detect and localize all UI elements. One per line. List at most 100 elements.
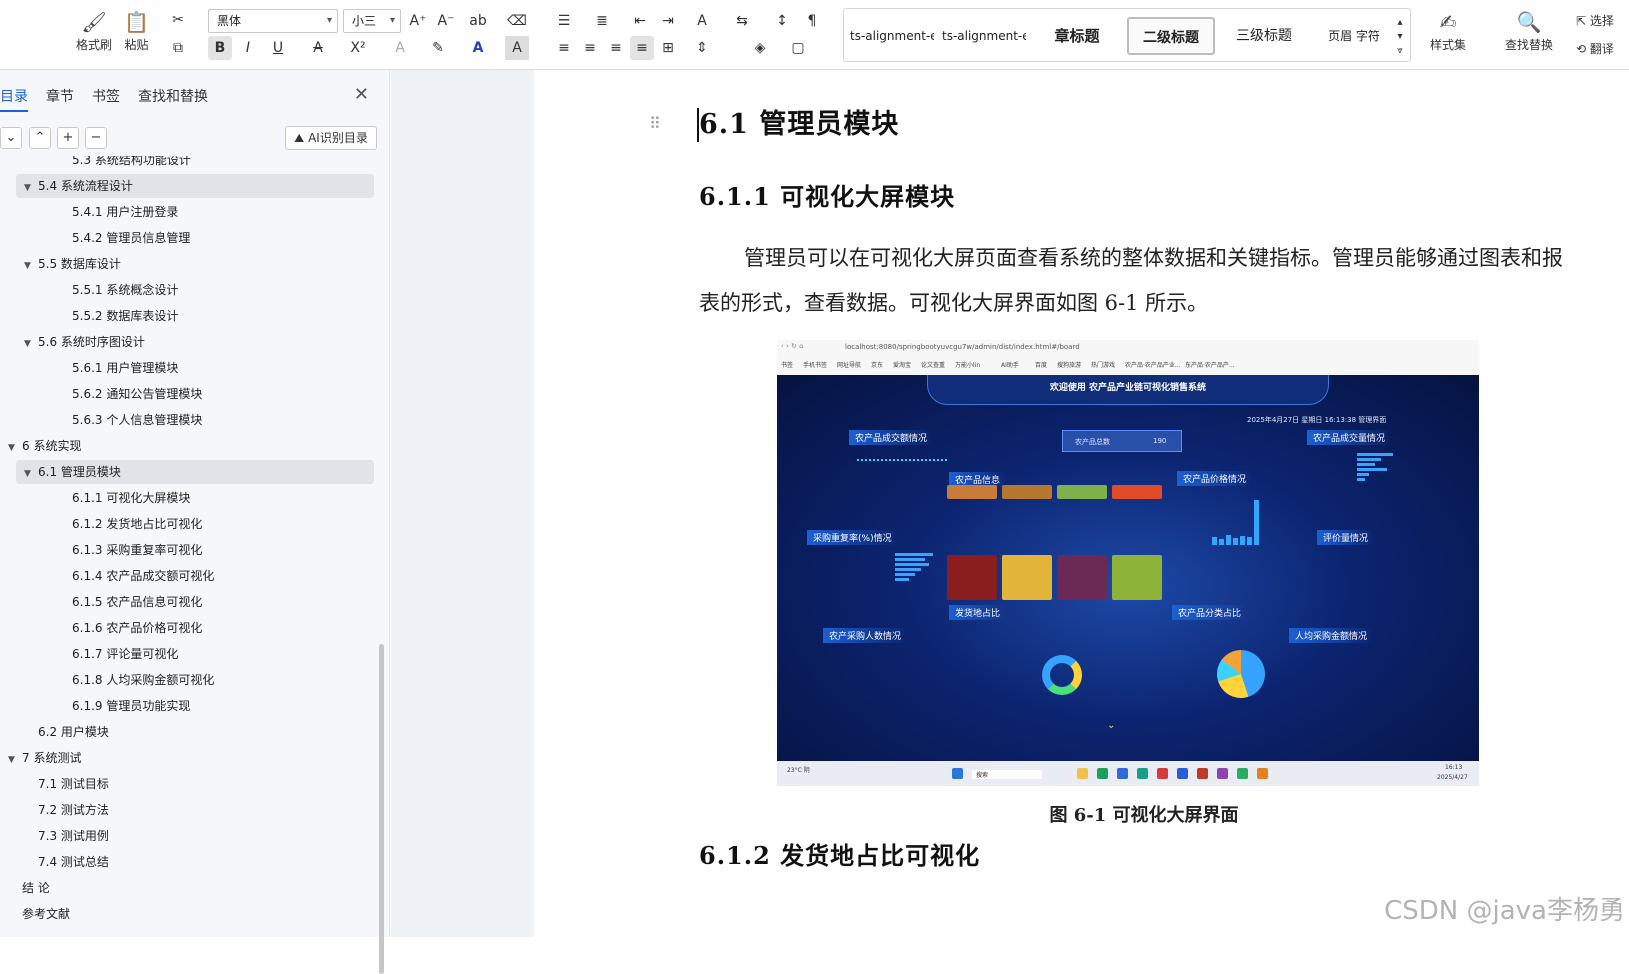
decrease-indent-icon[interactable]: ⇤ <box>628 9 652 33</box>
clear-format-icon[interactable]: ⌫ <box>505 9 529 33</box>
close-icon[interactable]: ✕ <box>354 84 369 105</box>
heading-3[interactable]: 6.1.2 发货地占比可视化 <box>699 836 980 871</box>
toc-item[interactable]: ▼ 5.5 数据库设计 <box>24 252 121 276</box>
style-item[interactable]: 页眉 字符 <box>1314 17 1394 55</box>
align-left-icon[interactable]: ≡ <box>552 36 576 60</box>
toc-item[interactable]: 参考文献 <box>22 902 70 926</box>
chevron-up-icon[interactable]: ⌃ <box>29 127 51 149</box>
select-button[interactable]: ⇱ 选择 <box>1576 12 1614 29</box>
toc-item[interactable]: ▼ 6 系统实现 <box>8 434 81 458</box>
format-painter-button[interactable]: 🖌 格式刷 <box>76 8 112 53</box>
style-item[interactable]: 二级标题 <box>1127 17 1215 55</box>
chevron-down-icon[interactable]: ⌄ <box>0 127 22 149</box>
scrollbar[interactable] <box>379 644 384 974</box>
collapse-arrow-icon[interactable]: ▼ <box>24 462 38 486</box>
paragraph-direction-icon[interactable]: ⇆ <box>730 9 754 33</box>
collapse-arrow-icon[interactable]: ▼ <box>24 332 38 356</box>
numbered-list-icon[interactable]: ≣ <box>590 9 614 33</box>
style-item[interactable]: ts-alignment-e <box>850 17 934 55</box>
toc-item[interactable]: 5.5.1 系统概念设计 <box>72 278 178 302</box>
highlight-icon[interactable]: ✎ <box>426 36 450 60</box>
ai-recognize-toc-button[interactable]: ⛰ AI识别目录 <box>285 126 377 150</box>
heading-2[interactable]: 6.1 管理员模块 <box>699 102 899 141</box>
toc-item[interactable]: 6.1.3 采购重复率可视化 <box>72 538 202 562</box>
toc-item[interactable]: 6.1.8 人均采购金额可视化 <box>72 668 214 692</box>
borders-icon[interactable]: ▢ <box>786 36 810 60</box>
phonetic-guide-icon[interactable]: ab <box>466 9 490 33</box>
toc-item[interactable]: 7.1 测试目标 <box>38 772 109 796</box>
paste-button[interactable]: 📋 粘贴 <box>124 8 149 53</box>
toc-item[interactable]: 6.1.7 评论量可视化 <box>72 642 178 666</box>
translate-button[interactable]: ⟲ 翻译 <box>1576 40 1614 57</box>
toc-item[interactable]: 6.2 用户模块 <box>38 720 109 744</box>
toc-item[interactable]: 5.6.3 个人信息管理模块 <box>72 408 202 432</box>
sort-icon[interactable]: ↕ <box>770 9 794 33</box>
dashboard-screenshot-image[interactable]: ‹ › ↻ ⌂ localhost:8080/springbootyuvcgu7… <box>777 340 1479 786</box>
figure-caption[interactable]: 图 6-1 可视化大屏界面 <box>864 801 1424 827</box>
toc-item[interactable]: 6.1.6 农产品价格可视化 <box>72 616 202 640</box>
font-size-select[interactable]: 小三 ▾ <box>343 9 401 33</box>
bullet-list-icon[interactable]: ☰ <box>552 9 576 33</box>
tab-toc[interactable]: 目录 <box>0 84 28 112</box>
collapse-arrow-icon[interactable]: ▼ <box>8 436 22 460</box>
toc-item[interactable]: ▼ 5.4 系统流程设计 <box>16 174 374 198</box>
toc-item[interactable]: 7.2 测试方法 <box>38 798 109 822</box>
shading-icon[interactable]: ◈ <box>748 36 772 60</box>
collapse-arrow-icon[interactable]: ▼ <box>8 748 22 772</box>
font-color-icon[interactable]: A <box>466 36 490 60</box>
heading-3[interactable]: 6.1.1 可视化大屏模块 <box>699 177 955 212</box>
add-icon[interactable]: + <box>57 127 79 149</box>
collapse-arrow-icon[interactable]: ▼ <box>24 254 38 278</box>
find-replace-button[interactable]: 🔍 查找替换 <box>1505 8 1553 53</box>
increase-indent-icon[interactable]: ⇥ <box>656 9 680 33</box>
align-right-icon[interactable]: ≡ <box>604 36 628 60</box>
remove-icon[interactable]: − <box>85 127 107 149</box>
toc-item[interactable]: 5.6.1 用户管理模块 <box>72 356 178 380</box>
style-set-button[interactable]: ✍ 样式集 <box>1430 8 1466 53</box>
tab-bookmarks[interactable]: 书签 <box>92 84 120 110</box>
toc-item[interactable]: 5.6.2 通知公告管理模块 <box>72 382 202 406</box>
drag-handle-icon[interactable]: ⠿ <box>649 114 661 133</box>
char-shading-icon[interactable]: A <box>505 36 529 60</box>
tab-sections[interactable]: 章节 <box>46 84 74 110</box>
expand-gallery-icon[interactable]: ⩔ <box>1388 39 1412 63</box>
tab-find-replace[interactable]: 查找和替换 <box>138 84 208 110</box>
toc-item[interactable]: 5.5.2 数据库表设计 <box>72 304 178 328</box>
document-page[interactable]: ⠿ 6.1 管理员模块 6.1.1 可视化大屏模块 管理员可以在可视化大屏页面查… <box>534 70 1629 937</box>
cut-icon[interactable]: ✂ <box>166 8 190 32</box>
show-marks-icon[interactable]: ¶ <box>800 9 824 33</box>
align-center-icon[interactable]: ≡ <box>578 36 602 60</box>
copy-icon[interactable]: ⧉ <box>166 36 190 60</box>
style-item[interactable]: 三级标题 <box>1220 17 1308 55</box>
shrink-font-icon[interactable]: A⁻ <box>434 9 458 33</box>
superscript-icon[interactable]: X² <box>346 36 370 60</box>
font-name-select[interactable]: 黑体 ▾ <box>208 9 338 33</box>
line-spacing-icon[interactable]: ⇕ <box>690 36 714 60</box>
toc-item[interactable]: 结 论 <box>22 876 50 900</box>
toc-item[interactable]: 5.3 系统结构功能设计 <box>72 156 191 172</box>
toc-item[interactable]: ▼ 7 系统测试 <box>8 746 81 770</box>
style-item[interactable]: 章标题 <box>1034 17 1120 55</box>
italic-icon[interactable]: I <box>236 36 260 60</box>
toc-item[interactable]: 7.3 测试用例 <box>38 824 109 848</box>
underline-icon[interactable]: U <box>266 36 290 60</box>
toc-item[interactable]: 6.1.2 发货地占比可视化 <box>72 512 202 536</box>
justify-icon[interactable]: ≡ <box>630 36 654 60</box>
toc-item[interactable]: 5.4.1 用户注册登录 <box>72 200 178 224</box>
toc-item[interactable]: 6.1.5 农产品信息可视化 <box>72 590 202 614</box>
toc-item[interactable]: ▼ 6.1 管理员模块 <box>16 460 374 484</box>
grow-font-icon[interactable]: A⁺ <box>406 9 430 33</box>
distributed-icon[interactable]: ⊞ <box>656 36 680 60</box>
collapse-arrow-icon[interactable]: ▼ <box>24 176 38 200</box>
toc-item[interactable]: 5.4.2 管理员信息管理 <box>72 226 190 250</box>
bold-icon[interactable]: B <box>208 36 232 60</box>
toc-item[interactable]: 7.4 测试总结 <box>38 850 109 874</box>
style-item[interactable]: ts-alignment-e <box>942 17 1026 55</box>
toc-item[interactable]: 6.1.4 农产品成交额可视化 <box>72 564 214 588</box>
strikethrough-icon[interactable]: A <box>306 36 330 60</box>
toc-item[interactable]: 6.1.9 管理员功能实现 <box>72 694 190 718</box>
text-direction-icon[interactable]: A <box>690 9 714 33</box>
toc-item[interactable]: ▼ 5.6 系统时序图设计 <box>24 330 145 354</box>
text-effect-icon[interactable]: A <box>388 36 412 60</box>
toc-item[interactable]: 6.1.1 可视化大屏模块 <box>72 486 190 510</box>
